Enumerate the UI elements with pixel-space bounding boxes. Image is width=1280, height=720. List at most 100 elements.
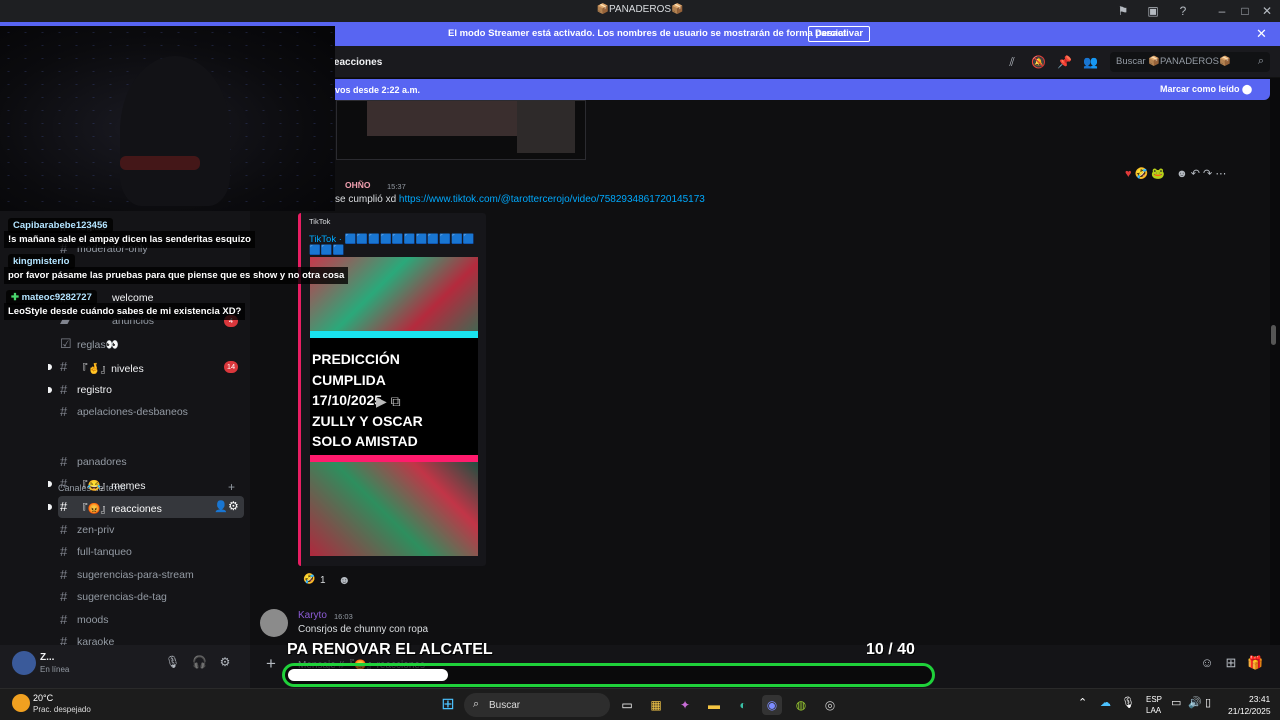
volume-icon[interactable]: 🔊	[1188, 696, 1202, 709]
channel-sugerencias-para-stream[interactable]: # sugerencias-para-stream	[58, 564, 244, 586]
channel-full-tanqueo[interactable]: # full-tanqueo	[58, 541, 244, 563]
copilot-icon[interactable]: ✦	[675, 695, 695, 715]
avatar[interactable]	[260, 609, 288, 637]
attach-plus-icon[interactable]: +	[266, 654, 276, 674]
emoji-icon[interactable]: ☺	[1199, 655, 1215, 671]
hash-icon: #	[60, 382, 68, 397]
channel-header: reacciones ⫽ 🔕 📌 👥 Buscar 📦PANADEROS📦 ⌕	[250, 46, 1280, 78]
channel-sugerencias-de-tag[interactable]: # sugerencias-de-tag	[58, 586, 244, 608]
message-link[interactable]: https://www.tiktok.com/@tarottercerojo/v…	[399, 194, 705, 205]
members-icon[interactable]: 👥	[1083, 55, 1098, 69]
channel-reacciones[interactable]: # 『😡』reacciones 👤 ⚙	[48, 496, 244, 518]
clock-date[interactable]: 21/12/2025	[1228, 706, 1271, 716]
forward-icon[interactable]: ↷	[1203, 168, 1212, 180]
edge-icon[interactable]: ◐	[733, 695, 753, 715]
reaction-count: 1	[320, 575, 326, 586]
weather-condition: Prac. despejado	[33, 705, 91, 714]
channel-memes[interactable]: # 『😂』memes	[48, 473, 244, 495]
reply-icon[interactable]: ↶	[1191, 168, 1200, 180]
hash-icon: #	[60, 634, 68, 645]
username-text: mateoc9282727	[21, 292, 92, 303]
channel-registro[interactable]: # registro	[48, 379, 244, 401]
play-icon[interactable]: ▶ ⧉	[376, 393, 401, 410]
taskbar-search[interactable]: ⌕ Buscar	[464, 693, 610, 717]
chevron-up-icon[interactable]: ⌃	[1078, 696, 1087, 709]
keyboard-layout[interactable]: LAA	[1146, 706, 1161, 715]
maximize-icon[interactable]: □	[1237, 3, 1253, 19]
gear-icon[interactable]: ⚙	[218, 655, 232, 669]
clock-time[interactable]: 23:41	[1249, 694, 1270, 704]
mark-as-read-button[interactable]: Marcar como leído ⬤	[1160, 84, 1252, 95]
channel-moods[interactable]: # moods	[58, 609, 244, 631]
channel-panadores[interactable]: # panadores	[58, 451, 244, 473]
pin-icon[interactable]: 📌	[1057, 55, 1072, 69]
tiktok-embed: TikTok TikTok · 🟦🟦🟦🟦🟦🟦🟦🟦🟦🟦🟦🟦🟦🟦 PREDICCIÓ…	[298, 213, 486, 566]
channel-title: reacciones	[330, 57, 383, 68]
invite-icon[interactable]: 👤	[214, 500, 228, 513]
channel-niveles[interactable]: # 『🤞』niveles 14	[48, 356, 244, 378]
sub-badge-icon: ✚	[11, 292, 22, 303]
apps-icon[interactable]: ⊞	[1223, 655, 1239, 671]
app-icon[interactable]: ◍	[791, 695, 811, 715]
weather-icon	[12, 694, 30, 712]
channel-reglas-rules[interactable]: ☑ reglas👀	[58, 333, 244, 355]
add-reaction-icon[interactable]: ☻	[1176, 168, 1188, 180]
mark-as-read-label: Marcar como leído	[1160, 84, 1240, 94]
microphone-icon[interactable]: 🎙	[1121, 696, 1135, 709]
battery-icon[interactable]: ▯	[1205, 696, 1211, 709]
threads-icon[interactable]: ⫽	[1005, 55, 1019, 69]
channel-label: sugerencias-para-stream	[77, 569, 194, 581]
goal-current: 10	[866, 641, 884, 658]
channel-zen-priv[interactable]: # zen-priv	[58, 519, 244, 541]
previous-image-attachment[interactable]	[336, 100, 586, 160]
video-frame-bottom	[310, 462, 478, 556]
hash-icon: #	[60, 544, 68, 559]
discord-icon[interactable]: ◉	[762, 695, 782, 715]
task-view-icon[interactable]: ▭	[617, 695, 637, 715]
gear-icon[interactable]: ⚙	[228, 499, 239, 513]
laugh-reaction-icon[interactable]: 🤣	[1135, 168, 1149, 180]
notifications-off-icon[interactable]: 🔕	[1031, 55, 1046, 69]
gift-icon[interactable]: 🎁	[1247, 655, 1263, 671]
help-icon[interactable]: ?	[1175, 3, 1191, 19]
close-banner-icon[interactable]: ✕	[1256, 26, 1267, 42]
inbox-icon[interactable]: ▣	[1145, 3, 1161, 19]
headphones-icon[interactable]: 🎧	[192, 655, 207, 669]
channel-label: karaoke	[77, 636, 115, 645]
obs-icon[interactable]: ◎	[820, 695, 840, 715]
message-timestamp: 15:37	[387, 182, 406, 191]
onedrive-icon[interactable]: ☁	[1100, 696, 1111, 709]
avatar[interactable]	[12, 651, 36, 675]
store-icon[interactable]: ▦	[646, 695, 666, 715]
heart-reaction-icon[interactable]: ♥	[1125, 168, 1132, 180]
neon-sign	[120, 156, 200, 170]
channel-apelaciones[interactable]: # apelaciones-desbaneos	[58, 401, 244, 423]
new-messages-bar[interactable]: vos desde 2:22 a.m. Marcar como leído ⬤	[250, 79, 1270, 100]
more-icon[interactable]: ⋯	[1215, 168, 1226, 180]
hash-icon: #	[60, 499, 68, 514]
unread-indicator	[48, 481, 52, 487]
minimize-icon[interactable]: –	[1214, 3, 1230, 19]
embed-title[interactable]: TikTok · 🟦🟦🟦🟦🟦🟦🟦🟦🟦🟦🟦🟦🟦🟦	[309, 234, 486, 256]
embed-video[interactable]: PREDICCIÓN CUMPLIDA 17/10/2025 ZULLY Y O…	[310, 257, 478, 556]
scrollbar-thumb[interactable]	[1271, 325, 1276, 345]
sticker-reaction-icon[interactable]: 🐸	[1151, 168, 1165, 180]
channel-label: panadores	[77, 456, 127, 468]
streamer-silhouette	[120, 56, 230, 206]
goal-count: 10 / 40	[866, 641, 915, 659]
add-reaction-icon[interactable]: ☻	[338, 573, 351, 587]
flag-icon[interactable]: ⚑	[1115, 3, 1131, 19]
start-icon[interactable]: ⊞	[438, 695, 458, 715]
language-indicator[interactable]: ESP	[1146, 695, 1162, 704]
channel-label: 『😡』reacciones	[77, 503, 162, 515]
message-hover-toolbar: ♥ 🤣 🐸 ☻ ↶ ↷ ⋯	[1125, 167, 1226, 187]
file-explorer-icon[interactable]: ▬	[704, 695, 724, 715]
search-input[interactable]: Buscar 📦PANADEROS📦 ⌕	[1110, 52, 1270, 72]
author-name[interactable]: Karyto	[298, 610, 327, 621]
channel-karaoke[interactable]: # karaoke	[58, 631, 244, 645]
close-window-icon[interactable]: ✕	[1259, 3, 1275, 19]
disable-streamer-button[interactable]: Desactivar	[808, 26, 871, 42]
network-icon[interactable]: ▭	[1171, 696, 1181, 709]
microphone-icon[interactable]: 🎙	[165, 655, 180, 669]
unread-indicator	[48, 387, 52, 393]
